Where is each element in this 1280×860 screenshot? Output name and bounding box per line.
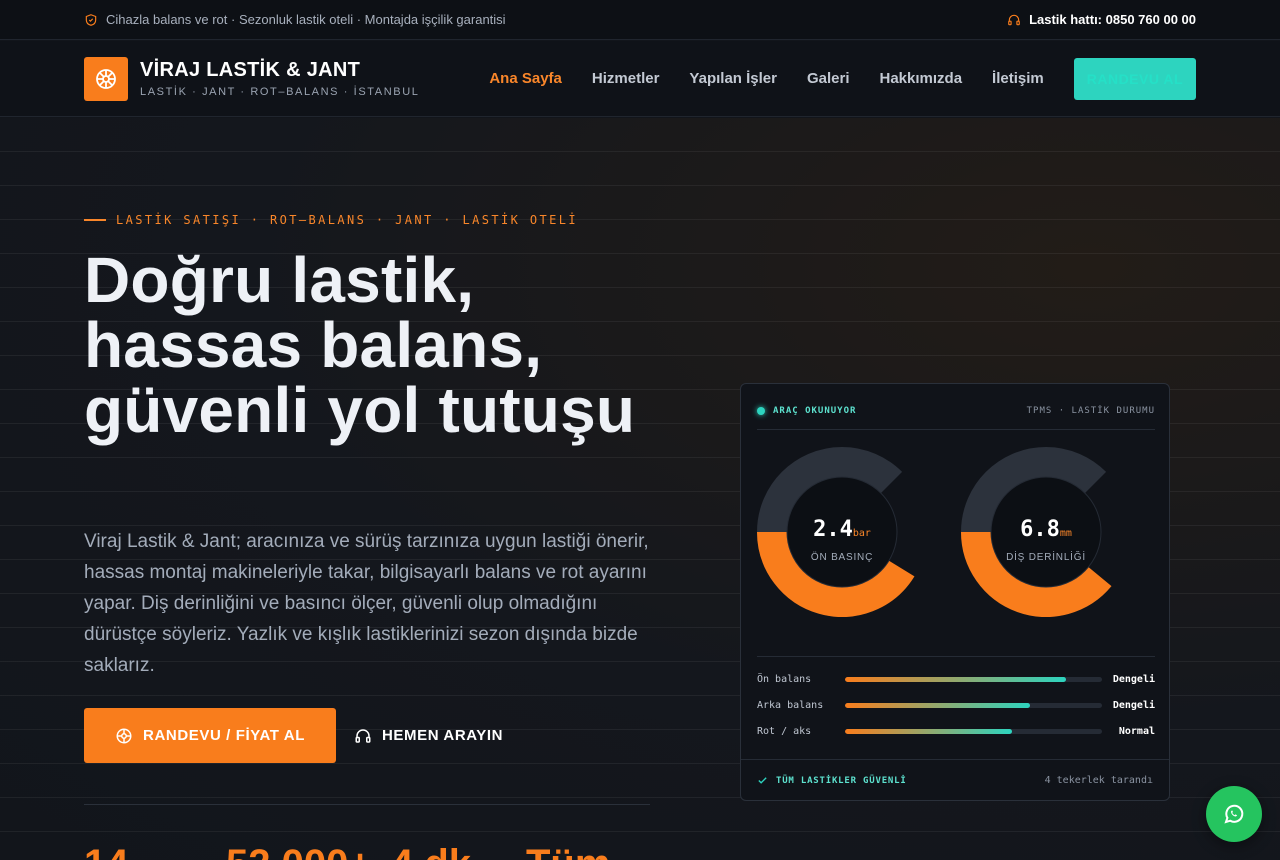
top-bar-notice: Cihazla balans ve rot · Sezonluk lastik … [84,12,506,27]
hero-lead: Viraj Lastik & Jant; aracınıza ve sürüş … [84,531,649,676]
balance-track [845,676,1102,682]
hero-stats: 14 52.000+ 4 dk Tüm [84,842,610,860]
balance-row: Rot / aks Normal [757,721,1155,741]
stat-value: 52.000+ [226,842,391,860]
balance-track [845,702,1102,708]
pressure-value: 2.4 [813,517,853,542]
tread-unit: mm [1059,528,1072,539]
balance-fill [845,728,1013,734]
appointment-button[interactable]: RANDEVU AL [1073,57,1196,100]
hero-section: LASTİK SATIŞI · ROT–BALANS · JANT · LAST… [0,118,1280,860]
quote-button[interactable]: RANDEVU / FİYAT AL [84,708,336,763]
card-separator [757,656,1155,657]
wheel-icon [116,728,132,743]
card-meta: TPMS · LASTİK DURUMU [1026,405,1155,416]
quote-button-label: RANDEVU / FİYAT AL [143,727,305,744]
eyebrow-text: LASTİK SATIŞI · ROT–BALANS · JANT · LAST… [116,213,578,227]
pressure-value-wrap: 2.4bar [757,517,927,542]
balance-fill [845,676,1067,682]
balance-row: Ön balans Dengeli [757,669,1155,689]
footer-count: 4 tekerlek tarandı [1044,775,1153,786]
tread-value: 6.8 [1020,517,1060,542]
nav-item-gallery[interactable]: Galeri [807,70,850,87]
nav-item-services[interactable]: Hizmetler [592,70,660,87]
pressure-gauge: 2.4bar ÖN BASINÇ [757,447,927,617]
balance-track [845,728,1102,734]
balance-row-value: Dengeli [1112,673,1155,685]
check-icon [758,777,767,784]
pressure-label: ÖN BASINÇ [810,552,874,563]
tire-status-card: ARAÇ OKUNUYOR TPMS · LASTİK DURUMU 2.4ba… [740,383,1170,801]
stat-value: Tüm [526,842,610,860]
hero-divider [84,804,650,805]
tread-label: DİŞ DERİNLİĞİ [1006,552,1086,563]
whatsapp-button[interactable] [1206,786,1262,842]
balance-row-label: Ön balans [757,673,812,685]
call-button[interactable]: HEMEN ARAYIN [354,708,503,763]
eyebrow-dash [84,219,106,221]
headphones-icon [1008,14,1020,25]
whatsapp-icon [1224,804,1244,824]
footer-status-text: TÜM LASTİKLER GÜVENLİ [776,775,907,786]
footer-status: TÜM LASTİKLER GÜVENLİ [757,775,907,786]
brand-logo [84,56,128,101]
card-header: ARAÇ OKUNUYOR TPMS · LASTİK DURUMU [757,402,1155,430]
stat-value: 4 dk [391,842,526,860]
nav-item-about[interactable]: Hakkımızda [880,70,963,87]
balance-fill [845,702,1031,708]
live-dot-icon [757,406,765,415]
top-bar: Cihazla balans ve rot · Sezonluk lastik … [0,0,1280,40]
card-status: ARAÇ OKUNUYOR [757,406,856,416]
hero-headline: Doğru lastik, hassas balans, güvenli yol… [84,244,636,446]
shield-check-icon [85,13,97,26]
main-nav: Ana Sayfa Hizmetler Yapılan İşler Galeri… [489,57,1196,100]
top-bar-hotline[interactable]: Lastik hattı: 0850 760 00 00 [1007,12,1196,27]
hotline-text: Lastik hattı: 0850 760 00 00 [1029,12,1196,27]
hero-eyebrow: LASTİK SATIŞI · ROT–BALANS · JANT · LAST… [84,213,578,227]
nav-item-contact[interactable]: İletişim [992,70,1044,87]
balance-row-label: Arka balans [757,699,824,711]
top-bar-notice-text: Cihazla balans ve rot · Sezonluk lastik … [106,12,506,27]
balance-row-value: Dengeli [1112,699,1155,711]
brand-name: VİRAJ LASTİK & JANT [140,59,361,81]
call-button-label: HEMEN ARAYIN [382,727,504,744]
tread-value-wrap: 6.8mm [961,517,1131,542]
card-status-text: ARAÇ OKUNUYOR [773,405,857,416]
balance-row-label: Rot / aks [757,725,812,737]
brand-text: VİRAJ LASTİK & JANT LASTİK · JANT · ROT–… [140,59,419,98]
balance-row-value: Normal [1118,725,1155,737]
nav-item-home[interactable]: Ana Sayfa [489,70,562,87]
wheel-icon [96,68,116,89]
stat-value: 14 [84,842,226,860]
brand-link[interactable]: VİRAJ LASTİK & JANT LASTİK · JANT · ROT–… [84,56,419,101]
brand-tagline: LASTİK · JANT · ROT–BALANS · İSTANBUL [140,86,420,98]
nav-item-works[interactable]: Yapılan İşler [689,70,777,87]
card-footer: TÜM LASTİKLER GÜVENLİ 4 tekerlek tarandı [741,759,1169,801]
site-header: VİRAJ LASTİK & JANT LASTİK · JANT · ROT–… [0,41,1280,117]
balance-row: Arka balans Dengeli [757,695,1155,715]
pressure-unit: bar [852,528,871,539]
headphones-icon [355,728,371,743]
tread-gauge: 6.8mm DİŞ DERİNLİĞİ [961,447,1131,617]
